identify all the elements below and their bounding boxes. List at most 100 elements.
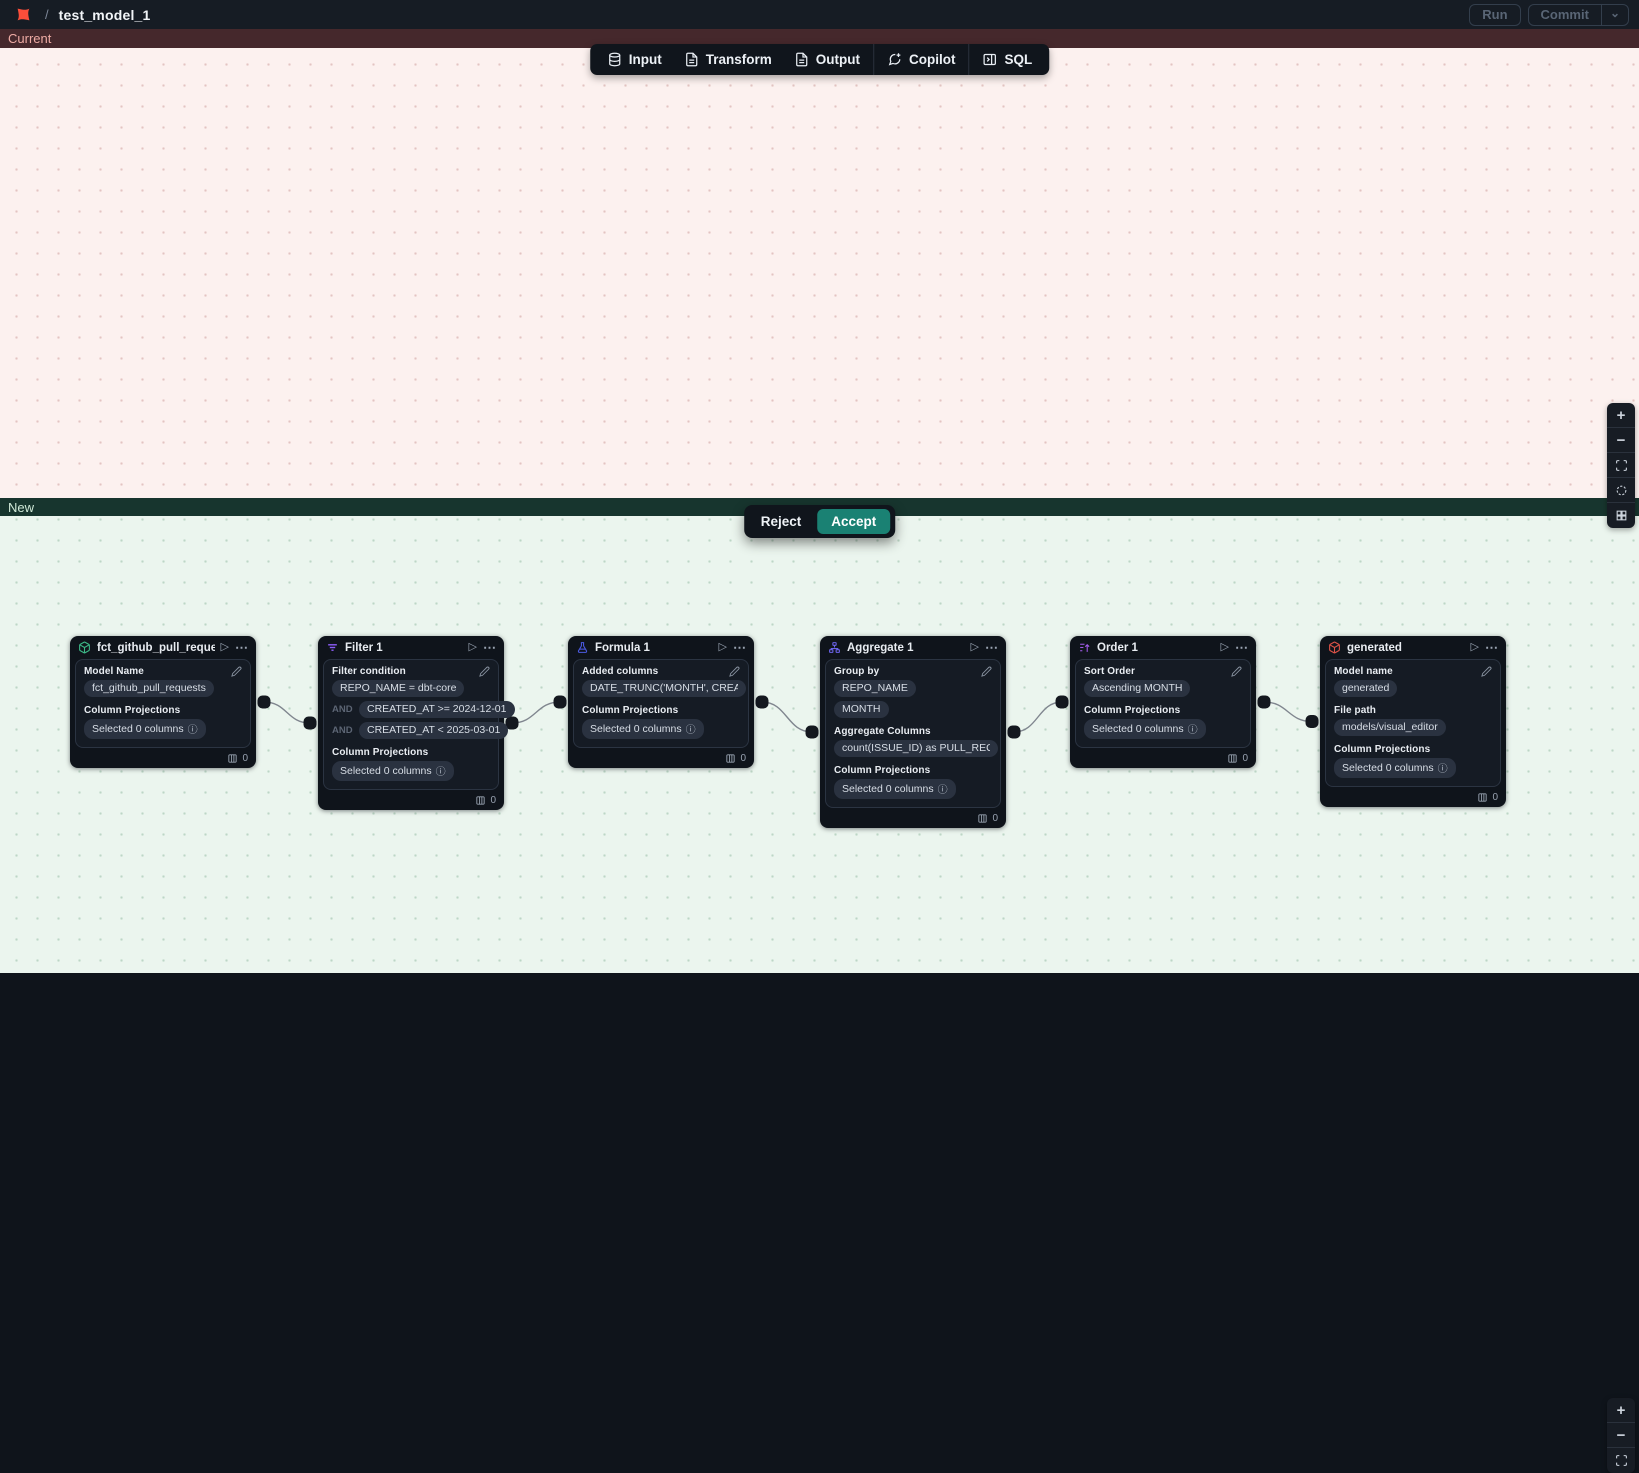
edge-connector (1264, 702, 1312, 722)
commit-button[interactable]: Commit (1529, 5, 1601, 25)
connection-port[interactable] (806, 726, 819, 739)
zoom-in-button[interactable]: + (1607, 403, 1635, 428)
connection-port[interactable] (554, 696, 567, 709)
transform-label: Transform (706, 52, 772, 67)
node-palette-toolbar: Input Transform Output Copilot SQL (590, 44, 1050, 75)
play-node-icon[interactable]: ▷ (719, 642, 727, 653)
node-formula-1[interactable]: Formula 1 ▷ ⋯ Added columns DATE_TRUNC('… (568, 636, 754, 768)
value-pill[interactable]: fct_github_pull_requests (84, 680, 214, 697)
zoom-in-button[interactable]: + (1607, 1398, 1635, 1423)
sql-panel-button[interactable]: SQL (972, 44, 1044, 75)
node-menu-icon[interactable]: ⋯ (985, 641, 999, 654)
play-node-icon[interactable]: ▷ (971, 642, 979, 653)
current-canvas[interactable]: + − (0, 48, 1639, 498)
auto-layout-button[interactable] (1607, 503, 1635, 528)
sort-pill[interactable]: Ascending MONTH (1084, 680, 1190, 697)
add-transform-button[interactable]: Transform (673, 44, 783, 75)
node-title: Order 1 (1097, 642, 1215, 654)
node-menu-icon[interactable]: ⋯ (1485, 641, 1499, 654)
columns-count-icon (725, 753, 736, 764)
node-fct-github-pull-requests[interactable]: fct_github_pull_requests ▷ ⋯ Model Name … (70, 636, 256, 768)
focus-icon (1615, 484, 1628, 497)
field-label: Column Projections (84, 705, 180, 716)
new-canvas[interactable]: fct_github_pull_requests ▷ ⋯ Model Name … (0, 516, 1639, 973)
new-label: New (8, 500, 34, 515)
columns-count-icon (977, 813, 988, 824)
projections-pill[interactable]: Selected 0 columnsⓘ (1084, 719, 1206, 739)
edit-pencil-icon[interactable] (729, 666, 740, 677)
play-node-icon[interactable]: ▷ (469, 642, 477, 653)
focus-selection-button[interactable] (1607, 478, 1635, 503)
node-title: Formula 1 (595, 642, 713, 654)
condition-pill[interactable]: REPO_NAME = dbt-core (332, 680, 464, 697)
model-cube-icon (78, 641, 91, 654)
groupby-pill[interactable]: MONTH (834, 701, 889, 718)
node-title: fct_github_pull_requests (97, 642, 215, 654)
edge-connector (1014, 702, 1062, 732)
sql-panel-icon (983, 52, 998, 67)
fit-view-button[interactable] (1607, 1448, 1635, 1473)
commit-dropdown-button[interactable]: ⌄ (1601, 5, 1628, 25)
connection-port[interactable] (1008, 726, 1021, 739)
add-output-button[interactable]: Output (783, 44, 871, 75)
projections-pill[interactable]: Selected 0 columnsⓘ (582, 719, 704, 739)
node-menu-icon[interactable]: ⋯ (1235, 641, 1249, 654)
play-node-icon[interactable]: ▷ (1471, 642, 1479, 653)
node-order-1[interactable]: Order 1 ▷ ⋯ Sort Order Ascending MONTH C… (1070, 636, 1256, 768)
field-label: Group by (834, 666, 879, 677)
node-filter-1[interactable]: Filter 1 ▷ ⋯ Filter condition REPO_NAME … (318, 636, 504, 810)
node-title: Aggregate 1 (847, 642, 965, 654)
file-icon (684, 52, 699, 67)
zoom-out-button[interactable]: − (1607, 428, 1635, 453)
node-menu-icon[interactable]: ⋯ (235, 641, 249, 654)
condition-pill[interactable]: CREATED_AT >= 2024-12-01 (359, 701, 515, 718)
connection-port[interactable] (1306, 715, 1319, 728)
current-zoom-controls: + − (1607, 403, 1635, 528)
filepath-pill[interactable]: models/visual_editor (1334, 719, 1446, 736)
node-aggregate-1[interactable]: Aggregate 1 ▷ ⋯ Group by REPO_NAME MONTH… (820, 636, 1006, 828)
connection-port[interactable] (258, 696, 271, 709)
groupby-pill[interactable]: REPO_NAME (834, 680, 916, 697)
info-icon: ⓘ (436, 763, 446, 778)
output-label: Output (816, 52, 860, 67)
aggregate-pill[interactable]: count(ISSUE_ID) as PULL_REQUEST_… (834, 740, 998, 757)
condition-pill[interactable]: CREATED_AT < 2025-03-01 (359, 722, 508, 739)
edit-pencil-icon[interactable] (1231, 666, 1242, 677)
commit-split-button[interactable]: Commit ⌄ (1528, 4, 1629, 26)
connection-port[interactable] (1056, 696, 1069, 709)
run-button[interactable]: Run (1469, 4, 1520, 26)
play-node-icon[interactable]: ▷ (1221, 642, 1229, 653)
node-generated[interactable]: generated ▷ ⋯ Model name generated File … (1320, 636, 1506, 807)
copilot-button[interactable]: Copilot (876, 44, 967, 75)
edge-connector (512, 702, 560, 723)
projections-pill[interactable]: Selected 0 columnsⓘ (84, 719, 206, 739)
formula-pill[interactable]: DATE_TRUNC('MONTH', CREATED_AT… (582, 680, 746, 697)
copilot-label: Copilot (909, 52, 956, 67)
node-menu-icon[interactable]: ⋯ (733, 641, 747, 654)
edit-pencil-icon[interactable] (479, 666, 490, 677)
play-node-icon[interactable]: ▷ (221, 642, 229, 653)
node-menu-icon[interactable]: ⋯ (483, 641, 497, 654)
value-pill[interactable]: generated (1334, 680, 1397, 697)
info-icon: ⓘ (686, 721, 696, 736)
info-icon: ⓘ (1438, 760, 1448, 775)
connection-port[interactable] (1258, 696, 1271, 709)
field-label: Sort Order (1084, 666, 1135, 677)
row-count: 0 (242, 753, 248, 764)
connection-port[interactable] (756, 696, 769, 709)
projections-pill[interactable]: Selected 0 columnsⓘ (332, 761, 454, 781)
dbt-logo-icon[interactable] (14, 5, 33, 24)
add-input-button[interactable]: Input (596, 44, 673, 75)
fit-view-button[interactable] (1607, 453, 1635, 478)
projections-pill[interactable]: Selected 0 columnsⓘ (834, 779, 956, 799)
projections-pill[interactable]: Selected 0 columnsⓘ (1334, 758, 1456, 778)
edit-pencil-icon[interactable] (231, 666, 242, 677)
model-title: test_model_1 (59, 7, 151, 23)
connection-port[interactable] (304, 717, 317, 730)
reject-button[interactable]: Reject (749, 510, 814, 533)
zoom-out-button[interactable]: − (1607, 1423, 1635, 1448)
edit-pencil-icon[interactable] (981, 666, 992, 677)
edit-pencil-icon[interactable] (1481, 666, 1492, 677)
accept-button[interactable]: Accept (817, 509, 890, 534)
field-label: File path (1334, 705, 1376, 716)
